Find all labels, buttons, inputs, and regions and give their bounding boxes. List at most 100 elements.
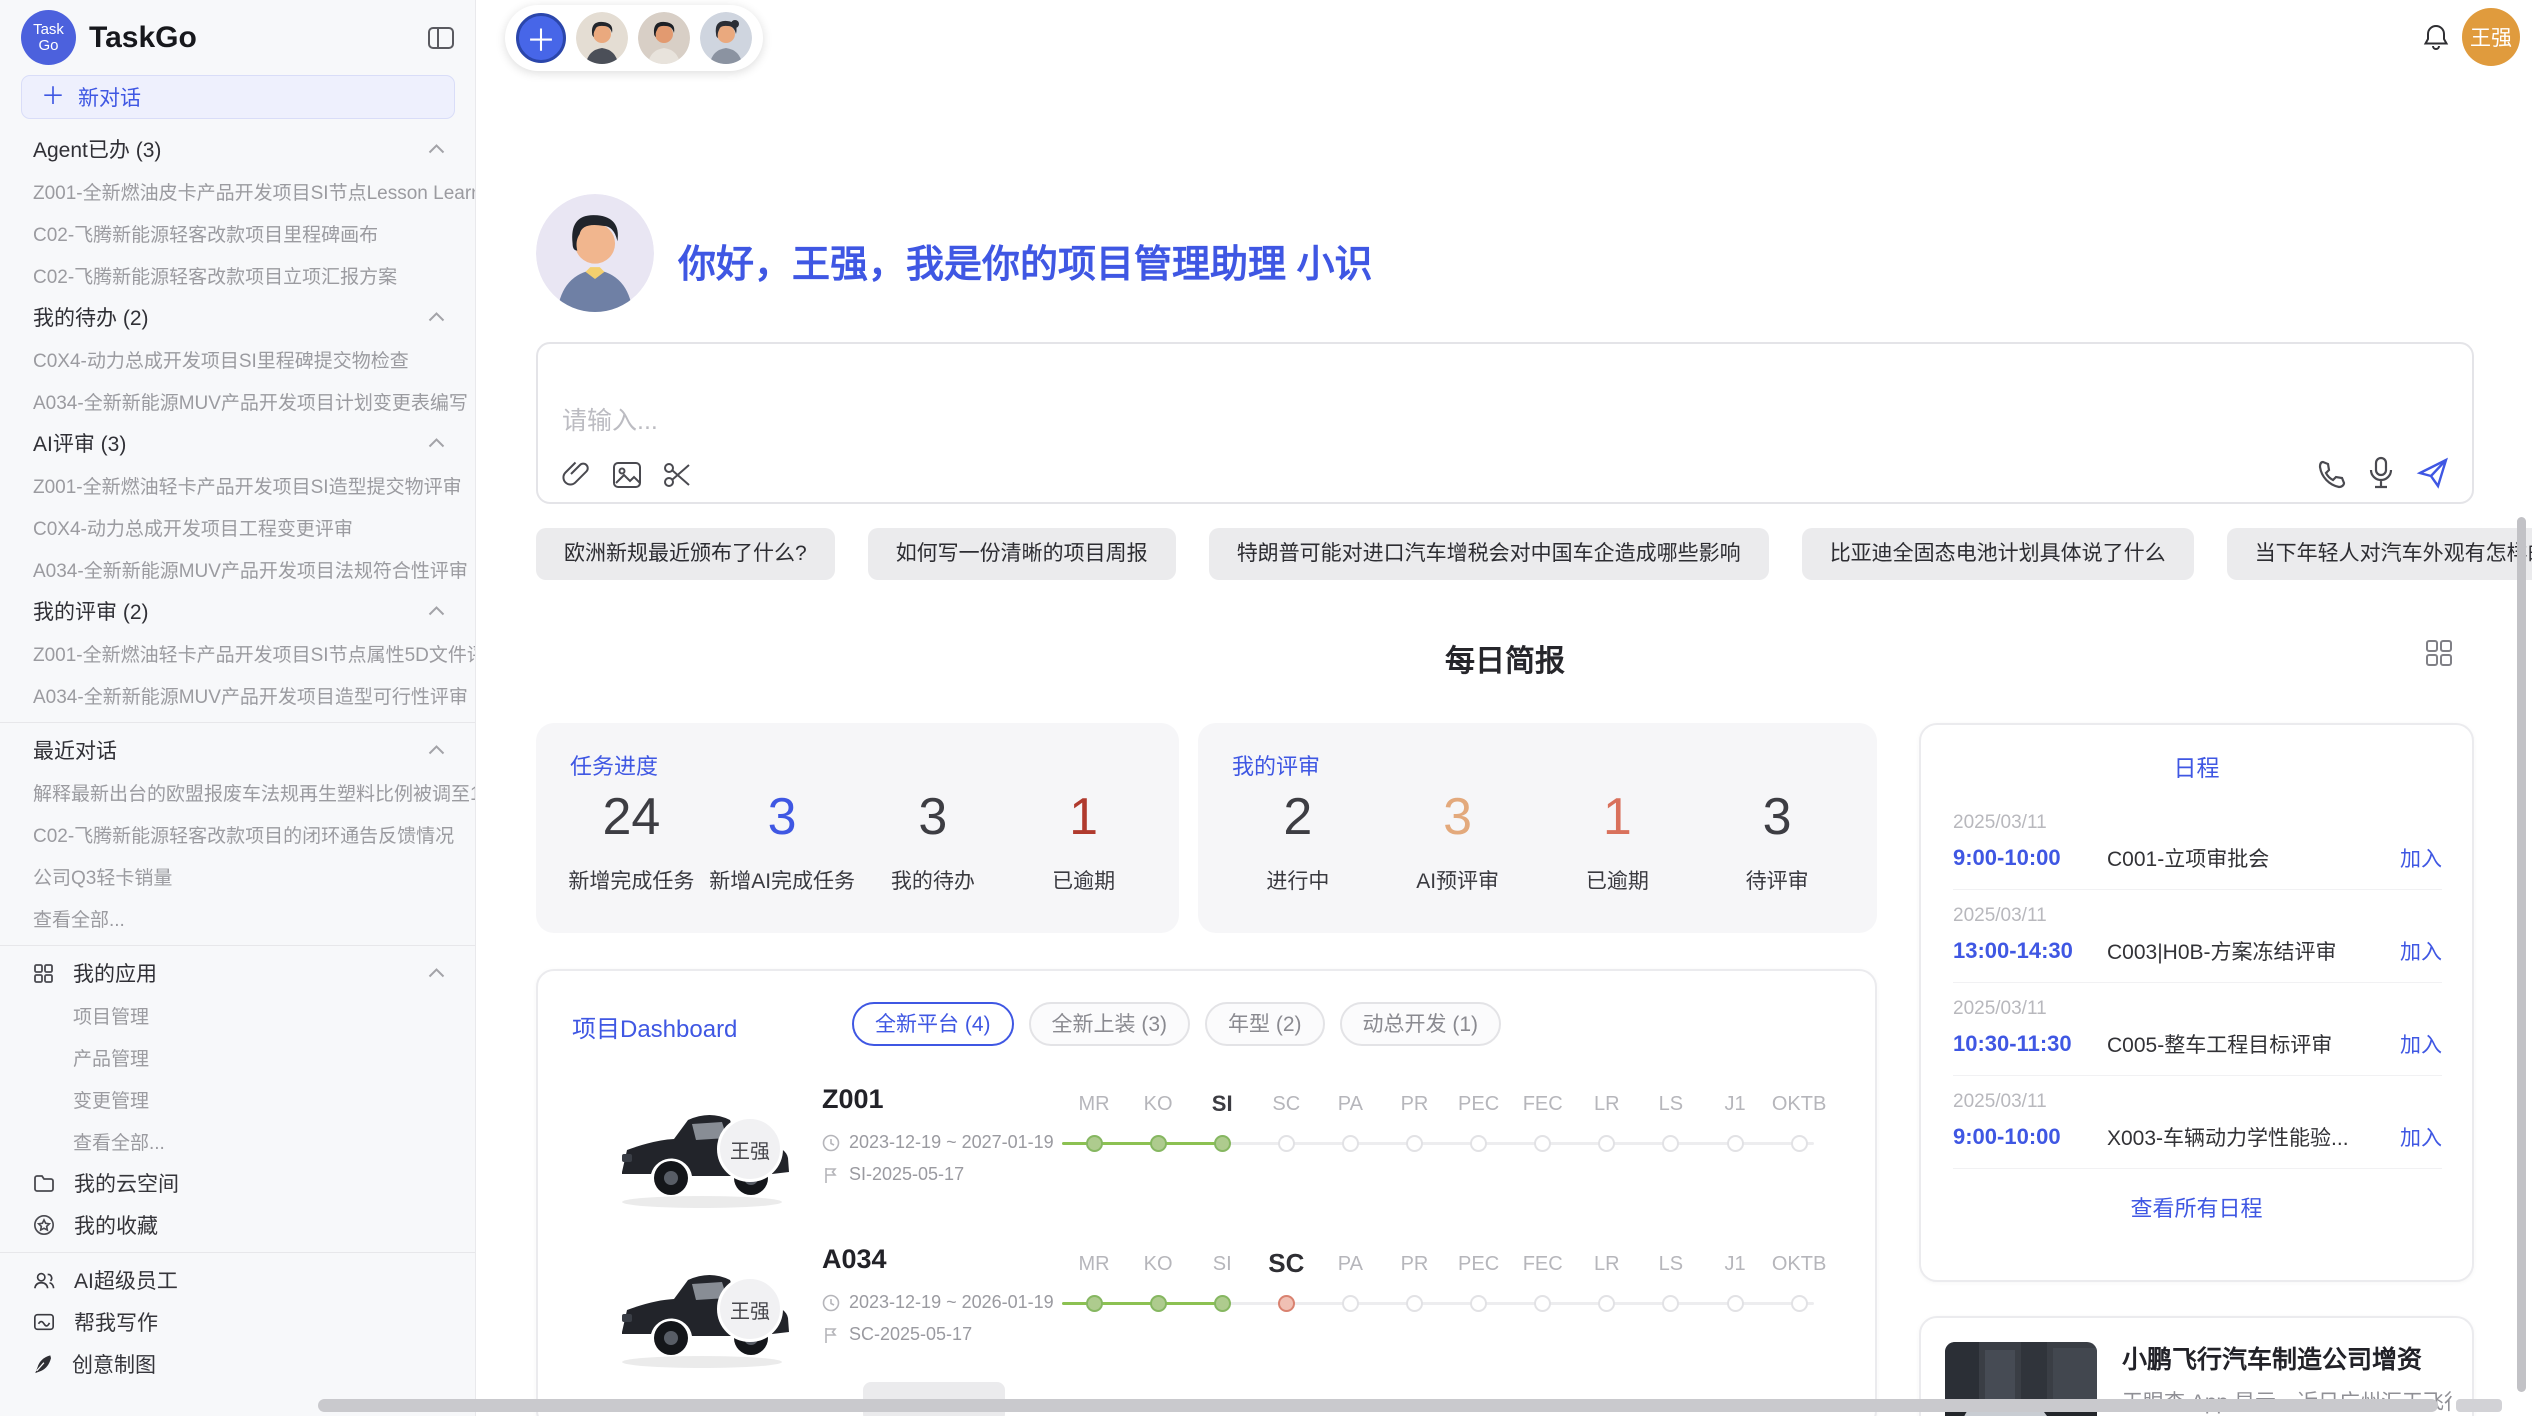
sidebar-section-header-1[interactable]: 我的待办 (2) xyxy=(0,296,475,338)
suggestion-chip-0[interactable]: 欧洲新规最近颁布了什么? xyxy=(536,528,835,580)
milestone-dot-MR[interactable] xyxy=(1086,1135,1103,1152)
microphone-icon[interactable] xyxy=(2366,456,2396,490)
send-icon[interactable] xyxy=(2416,456,2450,490)
app-item[interactable]: 查看全部... xyxy=(0,1120,475,1162)
milestone-dot-OKTB[interactable] xyxy=(1791,1295,1808,1312)
milestone-label-FEC: FEC xyxy=(1508,1253,1578,1276)
sidebar-task-item[interactable]: A034-全新新能源MUV产品开发项目计划变更表编写 xyxy=(0,380,475,422)
layout-grid-icon[interactable] xyxy=(2424,638,2454,668)
app-item[interactable]: 变更管理 xyxy=(0,1078,475,1120)
user-avatar[interactable]: 王强 xyxy=(2462,8,2520,66)
recent-chat-item[interactable]: 查看全部... xyxy=(0,897,475,939)
scissors-icon[interactable] xyxy=(662,461,692,489)
add-member-button[interactable]: ＋ xyxy=(516,13,566,63)
milestone-dot-SC[interactable] xyxy=(1278,1135,1295,1152)
new-chat-button[interactable]: ＋ 新对话 xyxy=(21,75,455,119)
sidebar-task-item[interactable]: Z001-全新燃油轻卡产品开发项目SI造型提交物评审 xyxy=(0,464,475,506)
milestone-dot-J1[interactable] xyxy=(1727,1135,1744,1152)
apps-section-header[interactable]: 我的应用 xyxy=(0,952,475,994)
milestone-dot-SI[interactable] xyxy=(1214,1135,1231,1152)
sidebar-tool-2[interactable]: 创意制图 xyxy=(0,1343,475,1385)
flag-milestone: SI-2025-05-17 xyxy=(849,1164,964,1185)
join-button[interactable]: 加入 xyxy=(2400,936,2442,966)
suggestion-chip-4[interactable]: 当下年轻人对汽车外观有怎样的喜好趋势 xyxy=(2227,528,2532,580)
app-item[interactable]: 项目管理 xyxy=(0,994,475,1036)
suggestion-chip-2[interactable]: 特朗普可能对进口汽车增税会对中国车企造成哪些影响 xyxy=(1209,528,1769,580)
sidebar-task-item[interactable]: C02-飞腾新能源轻客改款项目立项汇报方案 xyxy=(0,254,475,296)
milestone-label-LR: LR xyxy=(1572,1253,1642,1276)
dashboard-tab-3[interactable]: 动总开发 (1) xyxy=(1340,1002,1502,1046)
stat-value: 1 xyxy=(1008,785,1159,849)
milestone-dot-OKTB[interactable] xyxy=(1791,1135,1808,1152)
sidebar-section-header-3[interactable]: 我的评审 (2) xyxy=(0,590,475,632)
join-button[interactable]: 加入 xyxy=(2400,1122,2442,1152)
phone-icon[interactable] xyxy=(2316,458,2348,490)
dashboard-tabs: 全新平台 (4) 全新上装 (3) 年型 (2) 动总开发 (1) xyxy=(852,1002,1501,1046)
join-button[interactable]: 加入 xyxy=(2400,1029,2442,1059)
vertical-scrollbar[interactable] xyxy=(2517,517,2526,1392)
member-avatar-1[interactable] xyxy=(576,12,628,64)
sidebar-task-item[interactable]: Z001-全新燃油轻卡产品开发项目SI节点属性5D文件评审 xyxy=(0,632,475,674)
recent-chat-item[interactable]: C02-飞腾新能源轻客改款项目的闭环通告反馈情况 xyxy=(0,813,475,855)
app-logo-icon: Task Go xyxy=(21,10,76,65)
milestone-dot-KO[interactable] xyxy=(1150,1295,1167,1312)
image-icon[interactable] xyxy=(612,461,642,489)
member-avatar-3[interactable] xyxy=(700,12,752,64)
sidebar-section-header-2[interactable]: AI评审 (3) xyxy=(0,422,475,464)
horizontal-scrollbar[interactable] xyxy=(318,1399,2438,1412)
join-button[interactable]: 加入 xyxy=(2400,843,2442,873)
sidebar-task-item[interactable]: C0X4-动力总成开发项目SI里程碑提交物检查 xyxy=(0,338,475,380)
chevron-up-icon xyxy=(428,606,445,616)
milestone-dot-PEC[interactable] xyxy=(1470,1295,1487,1312)
dashboard-tab-0[interactable]: 全新平台 (4) xyxy=(852,1002,1014,1046)
horizontal-scrollbar-end[interactable] xyxy=(2456,1399,2502,1412)
sidebar-task-item[interactable]: C02-飞腾新能源轻客改款项目里程碑画布 xyxy=(0,212,475,254)
recent-section-header[interactable]: 最近对话 xyxy=(0,729,475,771)
milestone-dot-PR[interactable] xyxy=(1406,1295,1423,1312)
sidebar-task-item[interactable]: A034-全新新能源MUV产品开发项目法规符合性评审 xyxy=(0,548,475,590)
suggestion-chip-3[interactable]: 比亚迪全固态电池计划具体说了什么 xyxy=(1802,528,2194,580)
collapse-sidebar-icon[interactable] xyxy=(427,25,455,51)
notifications-bell-icon[interactable] xyxy=(2422,22,2450,52)
milestone-dot-LS[interactable] xyxy=(1662,1295,1679,1312)
milestone-dot-FEC[interactable] xyxy=(1534,1295,1551,1312)
suggestion-chip-1[interactable]: 如何写一份清晰的项目周报 xyxy=(868,528,1176,580)
app-root: Task Go TaskGo ＋ 新对话 Agent已办 (3)Z001-全新燃… xyxy=(0,0,2532,1416)
milestone-label-SI: SI xyxy=(1187,1253,1257,1276)
sidebar-item-cloud[interactable]: 我的云空间 xyxy=(0,1162,475,1204)
sidebar-item-favorites[interactable]: 我的收藏 xyxy=(0,1204,475,1246)
divider xyxy=(0,722,475,723)
milestone-dot-PA[interactable] xyxy=(1342,1295,1359,1312)
clock-icon xyxy=(822,1134,840,1152)
app-item[interactable]: 产品管理 xyxy=(0,1036,475,1078)
message-composer[interactable]: 请输入... xyxy=(536,342,2474,504)
milestone-dot-PA[interactable] xyxy=(1342,1135,1359,1152)
sidebar-tool-0[interactable]: AI超级员工 xyxy=(0,1259,475,1301)
recent-chat-item[interactable]: 解释最新出台的欧盟报废车法规再生塑料比例被调至15%... xyxy=(0,771,475,813)
milestone-dot-LR[interactable] xyxy=(1598,1135,1615,1152)
sidebar-task-item[interactable]: C0X4-动力总成开发项目工程变更评审 xyxy=(0,506,475,548)
milestone-label-SI: SI xyxy=(1187,1091,1257,1117)
sidebar-tool-1[interactable]: 帮我写作 xyxy=(0,1301,475,1343)
milestone-dot-SC[interactable] xyxy=(1278,1295,1295,1312)
dashboard-tab-1[interactable]: 全新上装 (3) xyxy=(1029,1002,1191,1046)
milestone-dot-FEC[interactable] xyxy=(1534,1135,1551,1152)
milestone-dot-PR[interactable] xyxy=(1406,1135,1423,1152)
member-avatar-2[interactable] xyxy=(638,12,690,64)
recent-chat-item[interactable]: 公司Q3轻卡销量 xyxy=(0,855,475,897)
milestone-dot-J1[interactable] xyxy=(1727,1295,1744,1312)
milestone-dot-LR[interactable] xyxy=(1598,1295,1615,1312)
milestone-label-PA: PA xyxy=(1315,1253,1385,1276)
milestone-dot-LS[interactable] xyxy=(1662,1135,1679,1152)
view-all-schedule-link[interactable]: 查看所有日程 xyxy=(1921,1191,2472,1223)
milestone-dot-MR[interactable] xyxy=(1086,1295,1103,1312)
dashboard-tab-2[interactable]: 年型 (2) xyxy=(1205,1002,1325,1046)
sidebar-section-header-0[interactable]: Agent已办 (3) xyxy=(0,128,475,170)
milestone-dot-KO[interactable] xyxy=(1150,1135,1167,1152)
milestone-dot-PEC[interactable] xyxy=(1470,1135,1487,1152)
attachment-icon[interactable] xyxy=(562,460,592,490)
sidebar-task-item[interactable]: Z001-全新燃油皮卡产品开发项目SI节点Lesson Learn报告 xyxy=(0,170,475,212)
milestone-dot-SI[interactable] xyxy=(1214,1295,1231,1312)
milestone-label-SC: SC xyxy=(1251,1248,1321,1279)
sidebar-task-item[interactable]: A034-全新新能源MUV产品开发项目造型可行性评审 xyxy=(0,674,475,716)
